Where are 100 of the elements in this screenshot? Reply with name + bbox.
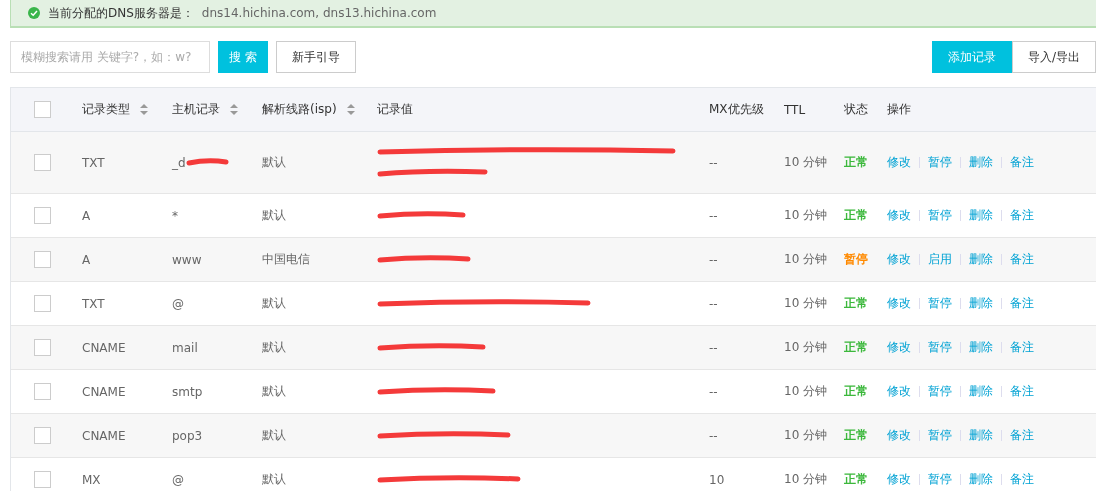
table-cell: mail: [172, 340, 198, 355]
select-all-checkbox[interactable]: [34, 101, 51, 118]
column-header[interactable]: 主机记录: [172, 101, 238, 118]
action-link[interactable]: 修改: [887, 339, 911, 356]
action-link[interactable]: 备注: [1010, 471, 1034, 488]
table-cell-text: 10 分钟: [784, 339, 829, 356]
action-link[interactable]: 修改: [887, 207, 911, 224]
action-link[interactable]: 删除: [969, 295, 993, 312]
dns-servers: dns14.hichina.com, dns13.hichina.com: [201, 6, 437, 20]
action-link[interactable]: 暂停: [928, 295, 952, 312]
column-header[interactable]: 记录类型: [82, 101, 148, 118]
import-export-button[interactable]: 导入/导出: [1012, 41, 1096, 73]
action-link[interactable]: 暂停: [928, 383, 952, 400]
row-checkbox[interactable]: [34, 154, 51, 171]
action-link[interactable]: 修改: [887, 427, 911, 444]
action-link[interactable]: 暂停: [928, 427, 952, 444]
action-link[interactable]: 暂停: [928, 207, 952, 224]
table-cell-text: 10 分钟: [784, 154, 829, 171]
action-link[interactable]: 启用: [928, 251, 952, 268]
table-cell: pop3: [172, 428, 203, 443]
row-checkbox[interactable]: [34, 251, 51, 268]
table-cell-text: A: [82, 208, 92, 223]
table-cell-text: 10 分钟: [784, 251, 829, 268]
table-cell-text: TXT: [82, 155, 106, 170]
table-cell-text: 默认: [262, 471, 287, 488]
action-link[interactable]: 删除: [969, 251, 993, 268]
row-checkbox[interactable]: [34, 471, 51, 488]
row-checkbox[interactable]: [34, 427, 51, 444]
table-cell-text: 默认: [262, 427, 287, 444]
table-cell-text: --: [709, 384, 719, 399]
action-link[interactable]: 备注: [1010, 251, 1034, 268]
table-cell-text: --: [709, 155, 719, 170]
action-link[interactable]: 暂停: [928, 339, 952, 356]
table-cell-text: 默认: [262, 295, 287, 312]
action-link[interactable]: 备注: [1010, 295, 1034, 312]
table-cell: @: [172, 296, 184, 311]
search-button[interactable]: 搜 索: [218, 41, 268, 73]
action-link[interactable]: 暂停: [928, 471, 952, 488]
row-checkbox[interactable]: [34, 339, 51, 356]
column-header: 操作: [887, 101, 911, 118]
notice-text: 当前分配的DNS服务器是：: [48, 4, 194, 22]
table-cell: smtp: [172, 384, 203, 399]
row-checkbox[interactable]: [34, 295, 51, 312]
status-label: 正常: [844, 207, 868, 224]
table-cell-text: --: [709, 208, 719, 223]
table-cell: @: [172, 472, 184, 487]
table-cell-text: A: [82, 252, 92, 267]
column-header: 状态: [844, 101, 868, 118]
action-link[interactable]: 备注: [1010, 383, 1034, 400]
action-link[interactable]: 删除: [969, 427, 993, 444]
table-cell-text: --: [709, 340, 719, 355]
action-link[interactable]: 删除: [969, 154, 993, 171]
table-cell-text: --: [709, 252, 719, 267]
action-link[interactable]: 修改: [887, 295, 911, 312]
column-header: TTL: [784, 102, 806, 117]
action-link[interactable]: 删除: [969, 471, 993, 488]
column-header: 记录值: [377, 101, 413, 118]
action-link[interactable]: 删除: [969, 383, 993, 400]
status-label: 正常: [844, 154, 868, 171]
table-cell-text: CNAME: [82, 340, 127, 355]
column-header[interactable]: 解析线路(isp): [262, 101, 355, 118]
table-cell-text: TXT: [82, 296, 106, 311]
table-cell: _d: [172, 155, 186, 170]
table-cell-text: --: [709, 428, 719, 443]
table-cell-text: --: [709, 296, 719, 311]
action-link[interactable]: 暂停: [928, 154, 952, 171]
action-link[interactable]: 备注: [1010, 427, 1034, 444]
table-cell-text: 默认: [262, 207, 287, 224]
status-label: 正常: [844, 427, 868, 444]
action-link[interactable]: 修改: [887, 154, 911, 171]
status-label: 暂停: [844, 251, 868, 268]
status-label: 正常: [844, 339, 868, 356]
table-cell-text: 中国电信: [262, 251, 311, 268]
table-cell-text: 10 分钟: [784, 295, 829, 312]
action-link[interactable]: 删除: [969, 339, 993, 356]
action-link[interactable]: 备注: [1010, 207, 1034, 224]
action-link[interactable]: 修改: [887, 383, 911, 400]
table-cell-text: CNAME: [82, 384, 127, 399]
row-checkbox[interactable]: [34, 207, 51, 224]
table-cell-text: 默认: [262, 339, 287, 356]
add-record-button[interactable]: 添加记录: [932, 41, 1012, 73]
sort-icon[interactable]: [140, 103, 148, 116]
status-label: 正常: [844, 295, 868, 312]
row-checkbox[interactable]: [34, 383, 51, 400]
status-label: 正常: [844, 471, 868, 488]
action-link[interactable]: 删除: [969, 207, 993, 224]
column-header: MX优先级: [709, 101, 764, 118]
action-link[interactable]: 修改: [887, 471, 911, 488]
table-cell-text: CNAME: [82, 428, 127, 443]
action-link[interactable]: 修改: [887, 251, 911, 268]
check-circle-icon: [28, 7, 40, 19]
action-link[interactable]: 备注: [1010, 339, 1034, 356]
table-cell-text: 10 分钟: [784, 471, 829, 488]
table-cell-text: 默认: [262, 154, 287, 171]
table-cell-text: 10 分钟: [784, 427, 829, 444]
search-field[interactable]: 模糊搜索请用 关键字?，如：w?: [10, 41, 210, 73]
sort-icon[interactable]: [230, 103, 238, 116]
guide-button[interactable]: 新手引导: [275, 41, 356, 73]
sort-icon[interactable]: [346, 103, 355, 116]
action-link[interactable]: 备注: [1010, 154, 1034, 171]
